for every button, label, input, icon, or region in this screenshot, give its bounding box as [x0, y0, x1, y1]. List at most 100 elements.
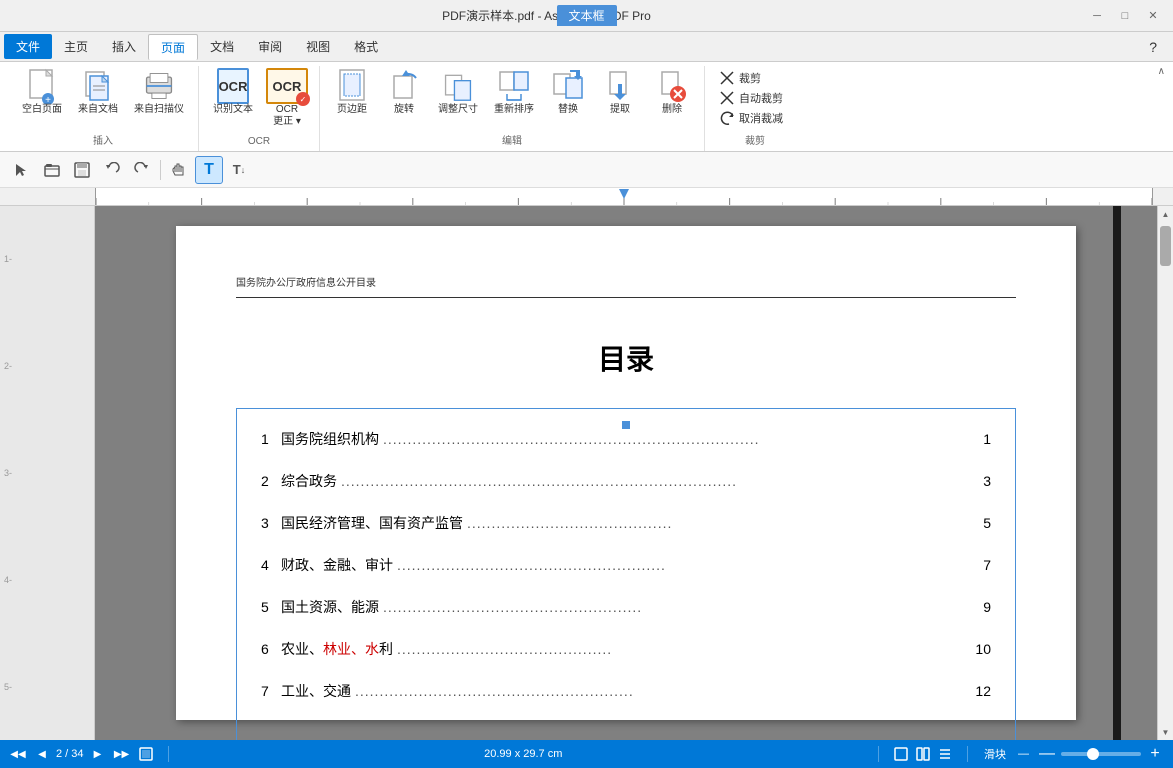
scroll-thumb[interactable] [1160, 226, 1171, 266]
from-scan-button[interactable]: 来自扫描仪 [128, 66, 190, 120]
menu-item-page[interactable]: 页面 [148, 34, 198, 60]
maximize-button[interactable]: □ [1113, 6, 1137, 26]
ocr-more-button[interactable]: OCR ✓ OCR更正 ▾ [263, 66, 311, 132]
toc-num-2: 2 [261, 473, 281, 489]
page-margin-button[interactable]: 页边距 [328, 66, 376, 120]
open-tool[interactable] [38, 156, 66, 184]
toc-title-2: 综合政务 [281, 471, 337, 491]
crop-button[interactable]: 裁剪 [713, 68, 767, 88]
ribbon-group-insert-items: + 空白页面 来自文档 [16, 66, 190, 130]
delete-button[interactable]: 删除 [648, 66, 696, 120]
prev-page-button[interactable]: ◀ [32, 744, 52, 764]
active-tab-badge: 文本框 [556, 5, 616, 26]
vertical-scrollbar[interactable]: ▲ ▼ [1157, 206, 1173, 740]
ribbon-group-edit-items: 页边距 旋转 [328, 66, 696, 130]
crop-scissors-icon [719, 70, 735, 86]
scroll-track[interactable] [1158, 222, 1173, 724]
view-mode-controls [891, 744, 955, 764]
blank-page-button[interactable]: + 空白页面 [16, 66, 68, 120]
title-bar: PDF演示样本.pdf - Ashampoo PDF Pro 文本框 ─ □ ✕ [0, 0, 1173, 32]
scroll-up-button[interactable]: ▲ [1158, 206, 1173, 222]
delete-icon [656, 70, 688, 102]
toc-dots-5: ........................................… [383, 599, 979, 615]
menu-item-view[interactable]: 视图 [294, 34, 342, 59]
from-doc-label: 来自文档 [78, 104, 118, 116]
ribbon-collapse-button[interactable]: ∧ [1158, 66, 1165, 77]
resize-button[interactable]: 调整尺寸 [432, 66, 484, 120]
selection-handle[interactable] [622, 421, 630, 429]
auto-crop-icon [719, 90, 735, 106]
toc-page-5: 9 [983, 599, 991, 615]
hand-tool[interactable] [165, 156, 193, 184]
close-button[interactable]: ✕ [1141, 6, 1165, 26]
cancel-crop-button[interactable]: 取消裁减 [713, 108, 789, 128]
toc-num-7: 7 [261, 683, 281, 699]
menu-item-format[interactable]: 格式 [342, 34, 390, 59]
status-separator-2 [878, 746, 879, 762]
from-scan-label: 来自扫描仪 [134, 104, 184, 116]
ocr-blue-icon: OCR [217, 70, 249, 102]
page-margin-label: 页边距 [337, 104, 367, 116]
toc-item-3: 3 国民经济管理、国有资产监管 ........................… [261, 513, 991, 533]
ribbon-group-crop-items: 裁剪 自动裁剪 [713, 66, 789, 130]
pointer-tool[interactable] [8, 156, 36, 184]
menu-item-review[interactable]: 审阅 [246, 34, 294, 59]
toc-title-3: 国民经济管理、国有资产监管 [281, 513, 463, 533]
zoom-in-button[interactable]: + [1145, 744, 1165, 764]
ribbon: + 空白页面 来自文档 [0, 62, 1173, 152]
minimize-button[interactable]: ─ [1085, 6, 1109, 26]
last-page-button[interactable]: ▶▶ [112, 744, 132, 764]
menu-item-insert[interactable]: 插入 [100, 34, 148, 59]
replace-button[interactable]: 替换 [544, 66, 592, 120]
menu-item-file[interactable]: 文件 [4, 34, 52, 59]
fit-page-button[interactable] [136, 744, 156, 764]
zoom-out-button[interactable]: — [1037, 744, 1057, 764]
extract-button[interactable]: 提取 [596, 66, 644, 120]
save-tool[interactable] [68, 156, 96, 184]
toc-title-4: 财政、金融、审计 [281, 555, 393, 575]
rotate-label: 旋转 [394, 104, 414, 116]
undo-tool[interactable] [98, 156, 126, 184]
auto-crop-button[interactable]: 自动裁剪 [713, 88, 789, 108]
view-mode-2[interactable] [913, 744, 933, 764]
toc-title-1: 国务院组织机构 [281, 429, 379, 449]
zoom-thumb[interactable] [1087, 748, 1099, 760]
toc-num-3: 3 [261, 515, 281, 531]
redo-tool[interactable] [128, 156, 156, 184]
resize-label: 调整尺寸 [438, 104, 478, 116]
recognize-text-button[interactable]: OCR 识别文本 [207, 66, 259, 120]
text-tool[interactable]: T [195, 156, 223, 184]
svg-text:✓: ✓ [300, 95, 307, 104]
scroll-down-button[interactable]: ▼ [1158, 724, 1173, 740]
view-mode-3[interactable] [935, 744, 955, 764]
next-page-button[interactable]: ▶ [88, 744, 108, 764]
status-separator-3 [967, 746, 968, 762]
view-mode-1[interactable] [891, 744, 911, 764]
ocr-more-label: OCR更正 ▾ [273, 104, 301, 128]
toc-page-4: 7 [983, 557, 991, 573]
zoom-slider[interactable] [1061, 752, 1141, 756]
toc-dots-2: ........................................… [341, 473, 979, 489]
page-indicator: 2 / 34 [56, 748, 84, 760]
menu-item-home[interactable]: 主页 [52, 34, 100, 59]
cancel-crop-icon [719, 110, 735, 126]
pdf-toc: 1 国务院组织机构 ..............................… [236, 408, 1016, 740]
status-separator-1 [168, 746, 169, 762]
first-page-button[interactable]: ◀◀ [8, 744, 28, 764]
rotate-button[interactable]: 旋转 [380, 66, 428, 120]
insert-text-tool[interactable]: T↓ [225, 156, 253, 184]
cancel-crop-label: 取消裁减 [739, 110, 783, 126]
menu-bar: 文件 主页 插入 页面 文档 审阅 视图 格式 ? [0, 32, 1173, 62]
toc-dots-1: ........................................… [383, 431, 979, 447]
toc-item-4: 4 财政、金融、审计 .............................… [261, 555, 991, 575]
from-doc-button[interactable]: 来自文档 [72, 66, 124, 120]
pdf-canvas: 国务院办公厅政府信息公开目录 目录 1 国务院组织机构 ............… [95, 206, 1157, 740]
menu-item-document[interactable]: 文档 [198, 34, 246, 59]
help-button[interactable]: ? [1137, 35, 1169, 59]
toc-num-4: 4 [261, 557, 281, 573]
reorder-button[interactable]: 重新排序 [488, 66, 540, 120]
zoom-separator: — [1018, 748, 1029, 760]
zoom-label: 滑块 [984, 746, 1006, 762]
page-edge-shadow [1113, 206, 1121, 740]
toc-num-5: 5 [261, 599, 281, 615]
